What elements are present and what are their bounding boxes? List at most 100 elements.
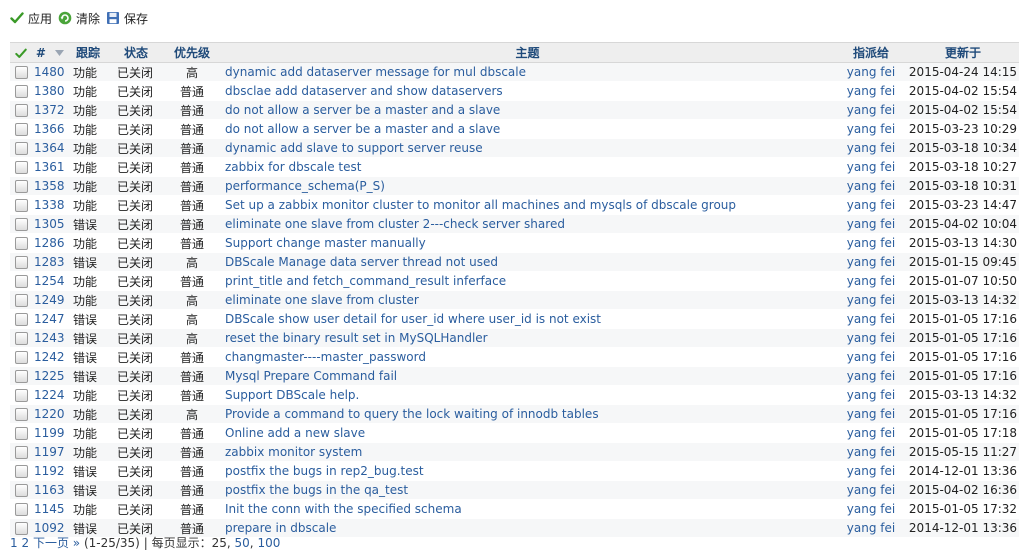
issue-id-link[interactable]: 1372 xyxy=(34,103,65,117)
table-row[interactable]: 1242 错误 已关闭 普通 changmaster----master_passwor… xyxy=(10,347,1019,367)
issue-id-link[interactable]: 1249 xyxy=(34,293,65,307)
issue-subject-link[interactable]: Support DBScale help. xyxy=(225,388,359,402)
row-checkbox[interactable] xyxy=(14,85,28,98)
row-checkbox[interactable] xyxy=(14,351,28,364)
issue-id-link[interactable]: 1305 xyxy=(34,217,65,231)
table-row[interactable]: 1249 功能 已关闭高 eliminate one slave from clust… xyxy=(10,290,1019,310)
assignee-link[interactable]: yang fei xyxy=(847,502,895,516)
issue-subject-link[interactable]: Set up a zabbix monitor cluster to monit… xyxy=(225,198,736,212)
issue-id-link[interactable]: 1163 xyxy=(34,483,65,497)
row-checkbox[interactable] xyxy=(14,465,28,478)
row-checkbox[interactable] xyxy=(14,237,28,250)
row-checkbox[interactable] xyxy=(14,275,28,288)
assignee-link[interactable]: yang fei xyxy=(847,312,895,326)
row-checkbox[interactable] xyxy=(14,427,28,440)
table-row[interactable]: 1283 错误 已关闭高 DBScale Manage data server thr… xyxy=(10,252,1019,272)
row-checkbox[interactable] xyxy=(14,370,28,383)
next-page-link[interactable]: 下一页 » xyxy=(33,536,80,550)
issue-id-link[interactable]: 1092 xyxy=(34,521,65,535)
column-header-priority[interactable]: 优先级 xyxy=(164,42,220,63)
assignee-link[interactable]: yang fei xyxy=(847,160,895,174)
issue-id-link[interactable]: 1254 xyxy=(34,274,65,288)
issue-subject-link[interactable]: postfix the bugs in the qa_test xyxy=(225,483,408,497)
table-row[interactable]: 1380 功能 已关闭 普通 dbsclae add dataserver and sh… xyxy=(10,81,1019,101)
assignee-link[interactable]: yang fei xyxy=(847,65,895,79)
table-row[interactable]: 1224 功能 已关闭 普通 Support DBScale help. yang fei… xyxy=(10,385,1019,405)
assignee-link[interactable]: yang fei xyxy=(847,407,895,421)
table-row[interactable]: 1220 功能 已关闭高 Provide a command to query the… xyxy=(10,404,1019,424)
issue-subject-link[interactable]: postfix the bugs in rep2_bug.test xyxy=(225,464,424,478)
assignee-link[interactable]: yang fei xyxy=(847,84,895,98)
table-row[interactable]: 1361 功能 已关闭 普通 zabbix for dbscale test yang f… xyxy=(10,157,1019,177)
row-checkbox[interactable] xyxy=(14,503,28,516)
issue-subject-link[interactable]: performance_schema(P_S) xyxy=(225,179,385,193)
toggle-all-header[interactable] xyxy=(10,42,32,63)
row-checkbox[interactable] xyxy=(14,66,28,79)
save-button[interactable]: 保存 xyxy=(106,10,148,27)
table-row[interactable]: 1199 功能 已关闭 普通 Online add a new slave yang fe… xyxy=(10,423,1019,443)
issue-subject-link[interactable]: dbsclae add dataserver and show dataserv… xyxy=(225,84,503,98)
row-checkbox[interactable] xyxy=(14,446,28,459)
assignee-link[interactable]: yang fei xyxy=(847,255,895,269)
column-header-subject[interactable]: 主题 xyxy=(220,42,835,63)
row-checkbox[interactable] xyxy=(14,256,28,269)
row-checkbox[interactable] xyxy=(14,332,28,345)
table-row[interactable]: 1305 错误 已关闭 普通 eliminate one slave from clus… xyxy=(10,214,1019,234)
issue-subject-link[interactable]: Mysql Prepare Command fail xyxy=(225,369,397,383)
issue-subject-link[interactable]: eliminate one slave from cluster xyxy=(225,293,419,307)
table-row[interactable]: 1364 功能 已关闭 普通 dynamic add slave to support … xyxy=(10,138,1019,158)
table-row[interactable]: 1243 错误 已关闭高 reset the binary result set in… xyxy=(10,328,1019,348)
issue-id-link[interactable]: 1480 xyxy=(34,65,65,79)
table-row[interactable]: 1286 功能 已关闭 普通 Support change master manuall… xyxy=(10,233,1019,253)
row-checkbox[interactable] xyxy=(14,389,28,402)
assignee-link[interactable]: yang fei xyxy=(847,369,895,383)
row-checkbox[interactable] xyxy=(14,294,28,307)
per-page-100-link[interactable]: 100 xyxy=(257,536,280,550)
assignee-link[interactable]: yang fei xyxy=(847,198,895,212)
table-row[interactable]: 1366 功能 已关闭 普通 do not allow a server be a ma… xyxy=(10,119,1019,139)
assignee-link[interactable]: yang fei xyxy=(847,103,895,117)
table-row[interactable]: 1247 错误 已关闭高 DBScale show user detail for u… xyxy=(10,309,1019,329)
column-header-status[interactable]: 状态 xyxy=(108,42,164,63)
table-row[interactable]: 1163 错误 已关闭 普通 postfix the bugs in the qa_te… xyxy=(10,480,1019,500)
issue-id-link[interactable]: 1338 xyxy=(34,198,65,212)
row-checkbox[interactable] xyxy=(14,161,28,174)
table-row[interactable]: 1254 功能 已关闭 普通 print_title and fetch_command… xyxy=(10,271,1019,291)
table-row[interactable]: 1197 功能 已关闭 普通 zabbix monitor system yang fei… xyxy=(10,442,1019,462)
issue-subject-link[interactable]: zabbix for dbscale test xyxy=(225,160,361,174)
issue-id-link[interactable]: 1197 xyxy=(34,445,65,459)
table-row[interactable]: 1145 功能 已关闭 普通 Init the conn with the specif… xyxy=(10,499,1019,519)
page-2-link[interactable]: 2 xyxy=(21,536,29,550)
issue-subject-link[interactable]: Init the conn with the specified schema xyxy=(225,502,462,516)
assignee-link[interactable]: yang fei xyxy=(847,293,895,307)
assignee-link[interactable]: yang fei xyxy=(847,388,895,402)
issue-subject-link[interactable]: dynamic add slave to support server reus… xyxy=(225,141,483,155)
assignee-link[interactable]: yang fei xyxy=(847,350,895,364)
issue-id-link[interactable]: 1225 xyxy=(34,369,65,383)
assignee-link[interactable]: yang fei xyxy=(847,464,895,478)
table-row[interactable]: 1480 功能 已关闭高 dynamic add dataserver message… xyxy=(10,62,1019,82)
table-row[interactable]: 1358 功能 已关闭 普通 performance_schema(P_S) yang f… xyxy=(10,176,1019,196)
issue-subject-link[interactable]: do not allow a server be a master and a … xyxy=(225,122,500,136)
table-row[interactable]: 1192 错误 已关闭 普通 postfix the bugs in rep2_bug.… xyxy=(10,461,1019,481)
issue-id-link[interactable]: 1220 xyxy=(34,407,65,421)
assignee-link[interactable]: yang fei xyxy=(847,521,895,535)
assignee-link[interactable]: yang fei xyxy=(847,217,895,231)
issue-subject-link[interactable]: reset the binary result set in MySQLHand… xyxy=(225,331,488,345)
checkmark-icon[interactable] xyxy=(15,46,27,60)
column-header-id[interactable]: # xyxy=(32,42,68,63)
row-checkbox[interactable] xyxy=(14,199,28,212)
issue-subject-link[interactable]: print_title and fetch_command_result inf… xyxy=(225,274,506,288)
issue-subject-link[interactable]: changmaster----master_password xyxy=(225,350,426,364)
issue-id-link[interactable]: 1366 xyxy=(34,122,65,136)
apply-button[interactable]: 应用 xyxy=(10,10,52,27)
assignee-link[interactable]: yang fei xyxy=(847,141,895,155)
row-checkbox[interactable] xyxy=(14,142,28,155)
assignee-link[interactable]: yang fei xyxy=(847,445,895,459)
issue-subject-link[interactable]: DBScale Manage data server thread not us… xyxy=(225,255,498,269)
assignee-link[interactable]: yang fei xyxy=(847,179,895,193)
table-row[interactable]: 1338 功能 已关闭 普通 Set up a zabbix monitor clust… xyxy=(10,195,1019,215)
issue-id-link[interactable]: 1380 xyxy=(34,84,65,98)
issue-subject-link[interactable]: Support change master manually xyxy=(225,236,426,250)
issue-subject-link[interactable]: dynamic add dataserver message for mul d… xyxy=(225,65,526,79)
